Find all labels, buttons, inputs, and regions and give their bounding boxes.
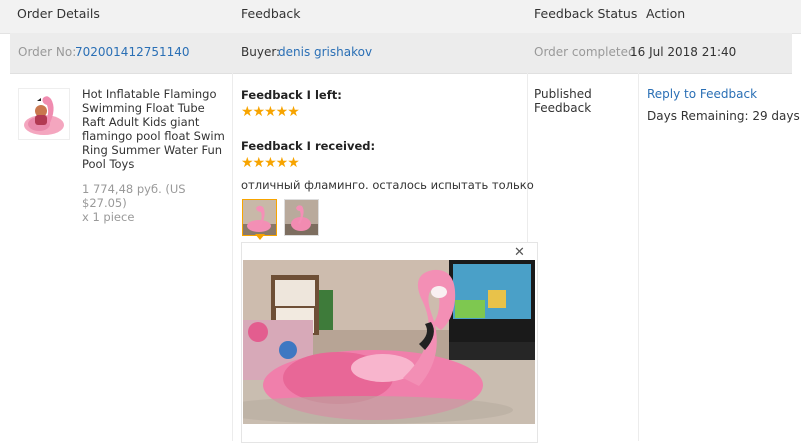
order-no-label: Order No: — [18, 45, 77, 59]
header-feedback-status: Feedback Status — [534, 6, 638, 21]
column-divider — [232, 73, 233, 441]
column-divider — [638, 73, 639, 441]
product-thumbnail[interactable] — [18, 88, 70, 140]
order-status-label: Order completed — [534, 45, 636, 59]
status-line-1: Published — [534, 87, 592, 101]
order-number-link[interactable]: 702001412751140 — [75, 45, 190, 59]
header-order-details: Order Details — [17, 6, 100, 21]
feedback-status: Published Feedback — [534, 87, 592, 115]
close-icon[interactable]: ✕ — [514, 245, 525, 260]
header-feedback: Feedback — [241, 6, 301, 21]
order-date: 16 Jul 2018 21:40 — [630, 45, 737, 59]
feedback-left-label: Feedback I left: — [241, 88, 342, 102]
header-action: Action — [646, 6, 686, 21]
feedback-left-stars: ★★★★★ — [241, 104, 300, 120]
product-title[interactable]: Hot Inflatable Flamingo Swimming Float T… — [82, 87, 227, 171]
feedback-photo-thumb-1[interactable] — [242, 199, 277, 236]
feedback-photo-preview — [243, 260, 535, 424]
product-price: 1 774,48 руб. (US $27.05) x 1 piece — [82, 182, 232, 224]
order-info-bar: Order No: 702001412751140 Buyer: denis g… — [10, 33, 792, 74]
status-line-2: Feedback — [534, 101, 592, 115]
buyer-name-link[interactable]: denis grishakov — [278, 45, 372, 59]
order-feedback-panel: Order Details Feedback Feedback Status A… — [0, 0, 801, 443]
feedback-received-stars: ★★★★★ — [241, 155, 300, 171]
feedback-photo-thumb-2[interactable] — [284, 199, 319, 236]
price-value: 1 774,48 руб. (US $27.05) — [82, 182, 186, 210]
table-header: Order Details Feedback Feedback Status A… — [0, 0, 801, 34]
reply-to-feedback-link[interactable]: Reply to Feedback — [647, 87, 757, 101]
feedback-comment: отличный фламинго. осталось испытать тол… — [241, 178, 534, 192]
days-remaining: Days Remaining: 29 days — [647, 109, 800, 123]
selected-thumb-caret — [255, 234, 265, 240]
feedback-received-label: Feedback I received: — [241, 139, 376, 153]
buyer-label: Buyer: — [241, 45, 281, 59]
quantity: x 1 piece — [82, 210, 135, 224]
